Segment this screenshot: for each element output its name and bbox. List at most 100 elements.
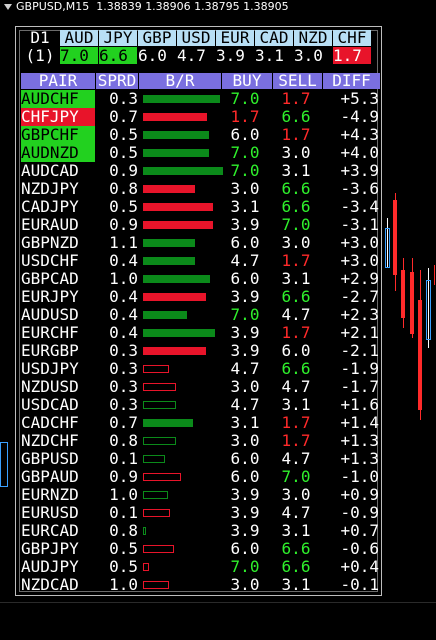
sell-strength: 3.1	[281, 161, 311, 180]
strength-diff: +3.9	[340, 161, 379, 180]
currency-strength-gbp: 6.0	[138, 47, 176, 64]
pair-name[interactable]: GBPJPY	[21, 540, 95, 558]
table-row[interactable]: AUDCHF 0.3 7.0 1.7 +5.3	[21, 90, 381, 108]
table-row[interactable]: NZDUSD 0.3 3.0 4.7 -1.7	[21, 378, 381, 396]
buy-strength: 3.0	[230, 575, 260, 594]
table-row[interactable]: CADJPY 0.5 3.1 6.6 -3.4	[21, 198, 381, 216]
pair-name[interactable]: CADJPY	[21, 198, 95, 216]
pair-name[interactable]: AUDJPY	[21, 558, 95, 576]
pair-name[interactable]: GBPCAD	[21, 270, 95, 288]
pair-name[interactable]: EURJPY	[21, 288, 95, 306]
pair-name[interactable]: CHFJPY	[21, 108, 95, 126]
spread-value: 0.5	[109, 557, 138, 576]
table-row[interactable]: EURUSD 0.1 3.9 4.7 -0.9	[21, 504, 381, 522]
pair-name[interactable]: GBPNZD	[21, 234, 95, 252]
buy-strength: 6.0	[230, 467, 260, 486]
buy-strength: 3.9	[230, 503, 260, 522]
header-sell: SELL	[273, 73, 322, 89]
pair-name[interactable]: AUDCAD	[21, 162, 95, 180]
pair-name[interactable]: NZDUSD	[21, 378, 95, 396]
table-row[interactable]: GBPAUD 0.9 6.0 7.0 -1.0	[21, 468, 381, 486]
spread-value: 0.8	[109, 179, 138, 198]
table-row[interactable]: CHFJPY 0.7 1.7 6.6 -4.9	[21, 108, 381, 126]
buy-ratio-bar	[143, 527, 146, 535]
table-row[interactable]: USDJPY 0.3 4.7 6.6 -1.9	[21, 360, 381, 378]
table-row[interactable]: GBPNZD 1.1 6.0 3.0 +3.0	[21, 234, 381, 252]
buy-ratio-bar	[143, 401, 176, 409]
pair-name[interactable]: AUDUSD	[21, 306, 95, 324]
timeframe-label[interactable]: D1	[21, 29, 59, 47]
pair-name[interactable]: EURNZD	[21, 486, 95, 504]
spread-value: 0.3	[109, 377, 138, 396]
pair-name[interactable]: NZDJPY	[21, 180, 95, 198]
strength-diff: +1.4	[340, 413, 379, 432]
strength-diff: +2.3	[340, 305, 379, 324]
pair-name[interactable]: AUDNZD	[21, 144, 95, 162]
pair-name[interactable]: EURCHF	[21, 324, 95, 342]
spread-value: 0.3	[109, 89, 138, 108]
table-row[interactable]: USDCAD 0.3 4.7 3.1 +1.6	[21, 396, 381, 414]
currency-header-chf: CHF	[333, 30, 371, 46]
table-row[interactable]: EURNZD 1.0 3.9 3.0 +0.9	[21, 486, 381, 504]
table-row[interactable]: AUDCAD 0.9 7.0 3.1 +3.9	[21, 162, 381, 180]
sell-strength: 6.6	[281, 557, 311, 576]
pair-name[interactable]: EURGBP	[21, 342, 95, 360]
spread-value: 1.0	[109, 485, 138, 504]
pair-name[interactable]: GBPCHF	[21, 126, 95, 144]
buy-ratio-bar	[143, 509, 170, 517]
buy-ratio-bar	[143, 95, 220, 103]
table-row[interactable]: EURCHF 0.4 3.9 1.7 +2.1	[21, 324, 381, 342]
table-row[interactable]: AUDJPY 0.5 7.0 6.6 +0.4	[21, 558, 381, 576]
pair-name[interactable]: USDCAD	[21, 396, 95, 414]
sell-strength: 3.1	[281, 575, 311, 594]
spread-value: 0.3	[109, 341, 138, 360]
currency-header-nzd: NZD	[294, 30, 332, 46]
table-row[interactable]: GBPCHF 0.5 6.0 1.7 +4.3	[21, 126, 381, 144]
table-row[interactable]: USDCHF 0.4 4.7 1.7 +3.0	[21, 252, 381, 270]
pair-name[interactable]: EURCAD	[21, 522, 95, 540]
pair-name[interactable]: CADCHF	[21, 414, 95, 432]
strength-diff: +2.9	[340, 269, 379, 288]
strength-diff: -0.6	[340, 539, 379, 558]
table-row[interactable]: EURGBP 0.3 3.9 6.0 -2.1	[21, 342, 381, 360]
sell-strength: 6.6	[281, 359, 311, 378]
strength-diff: +0.4	[340, 557, 379, 576]
table-row[interactable]: GBPJPY 0.5 6.0 6.6 -0.6	[21, 540, 381, 558]
strength-diff: -3.6	[340, 179, 379, 198]
table-row[interactable]: CADCHF 0.7 3.1 1.7 +1.4	[21, 414, 381, 432]
pair-name[interactable]: USDJPY	[21, 360, 95, 378]
pair-name[interactable]: EURAUD	[21, 216, 95, 234]
pair-name[interactable]: AUDCHF	[21, 90, 95, 108]
table-row[interactable]: EURAUD 0.9 3.9 7.0 -3.1	[21, 216, 381, 234]
buy-ratio-bar	[143, 257, 195, 265]
buy-ratio-bar	[143, 203, 213, 211]
buy-strength: 7.0	[230, 557, 260, 576]
buy-ratio-bar	[143, 419, 193, 427]
buy-strength: 3.0	[230, 377, 260, 396]
pair-name[interactable]: NZDCHF	[21, 432, 95, 450]
table-row[interactable]: GBPUSD 0.1 6.0 4.7 +1.3	[21, 450, 381, 468]
currency-strength-jpy: 6.6	[99, 47, 137, 64]
currency-header-aud: AUD	[60, 30, 98, 46]
sell-strength: 4.7	[281, 305, 311, 324]
sell-strength: 3.1	[281, 269, 311, 288]
spread-value: 0.4	[109, 323, 138, 342]
pair-name[interactable]: NZDCAD	[21, 576, 95, 594]
table-row[interactable]: NZDJPY 0.8 3.0 6.6 -3.6	[21, 180, 381, 198]
pair-name[interactable]: USDCHF	[21, 252, 95, 270]
buy-ratio-bar	[143, 149, 209, 157]
pair-name[interactable]: GBPUSD	[21, 450, 95, 468]
strength-diff: +0.7	[340, 521, 379, 540]
buy-ratio-bar	[143, 239, 195, 247]
table-row[interactable]: NZDCHF 0.8 3.0 1.7 +1.3	[21, 432, 381, 450]
pair-name[interactable]: GBPAUD	[21, 468, 95, 486]
chart-menu-chevron-icon[interactable]	[4, 4, 12, 10]
table-row[interactable]: AUDUSD 0.4 7.0 4.7 +2.3	[21, 306, 381, 324]
table-row[interactable]: EURJPY 0.4 3.9 6.6 -2.7	[21, 288, 381, 306]
currency-strength-panel[interactable]: D1 AUD JPY GBP USD EUR CAD NZD CHF (1) 7.0 6.6 6.…	[15, 26, 382, 596]
pair-name[interactable]: EURUSD	[21, 504, 95, 522]
table-row[interactable]: EURCAD 0.8 3.9 3.1 +0.7	[21, 522, 381, 540]
table-row[interactable]: AUDNZD 0.5 7.0 3.0 +4.0	[21, 144, 381, 162]
table-row[interactable]: GBPCAD 1.0 6.0 3.1 +2.9	[21, 270, 381, 288]
table-row[interactable]: NZDCAD 1.0 3.0 3.1 -0.1	[21, 576, 381, 594]
